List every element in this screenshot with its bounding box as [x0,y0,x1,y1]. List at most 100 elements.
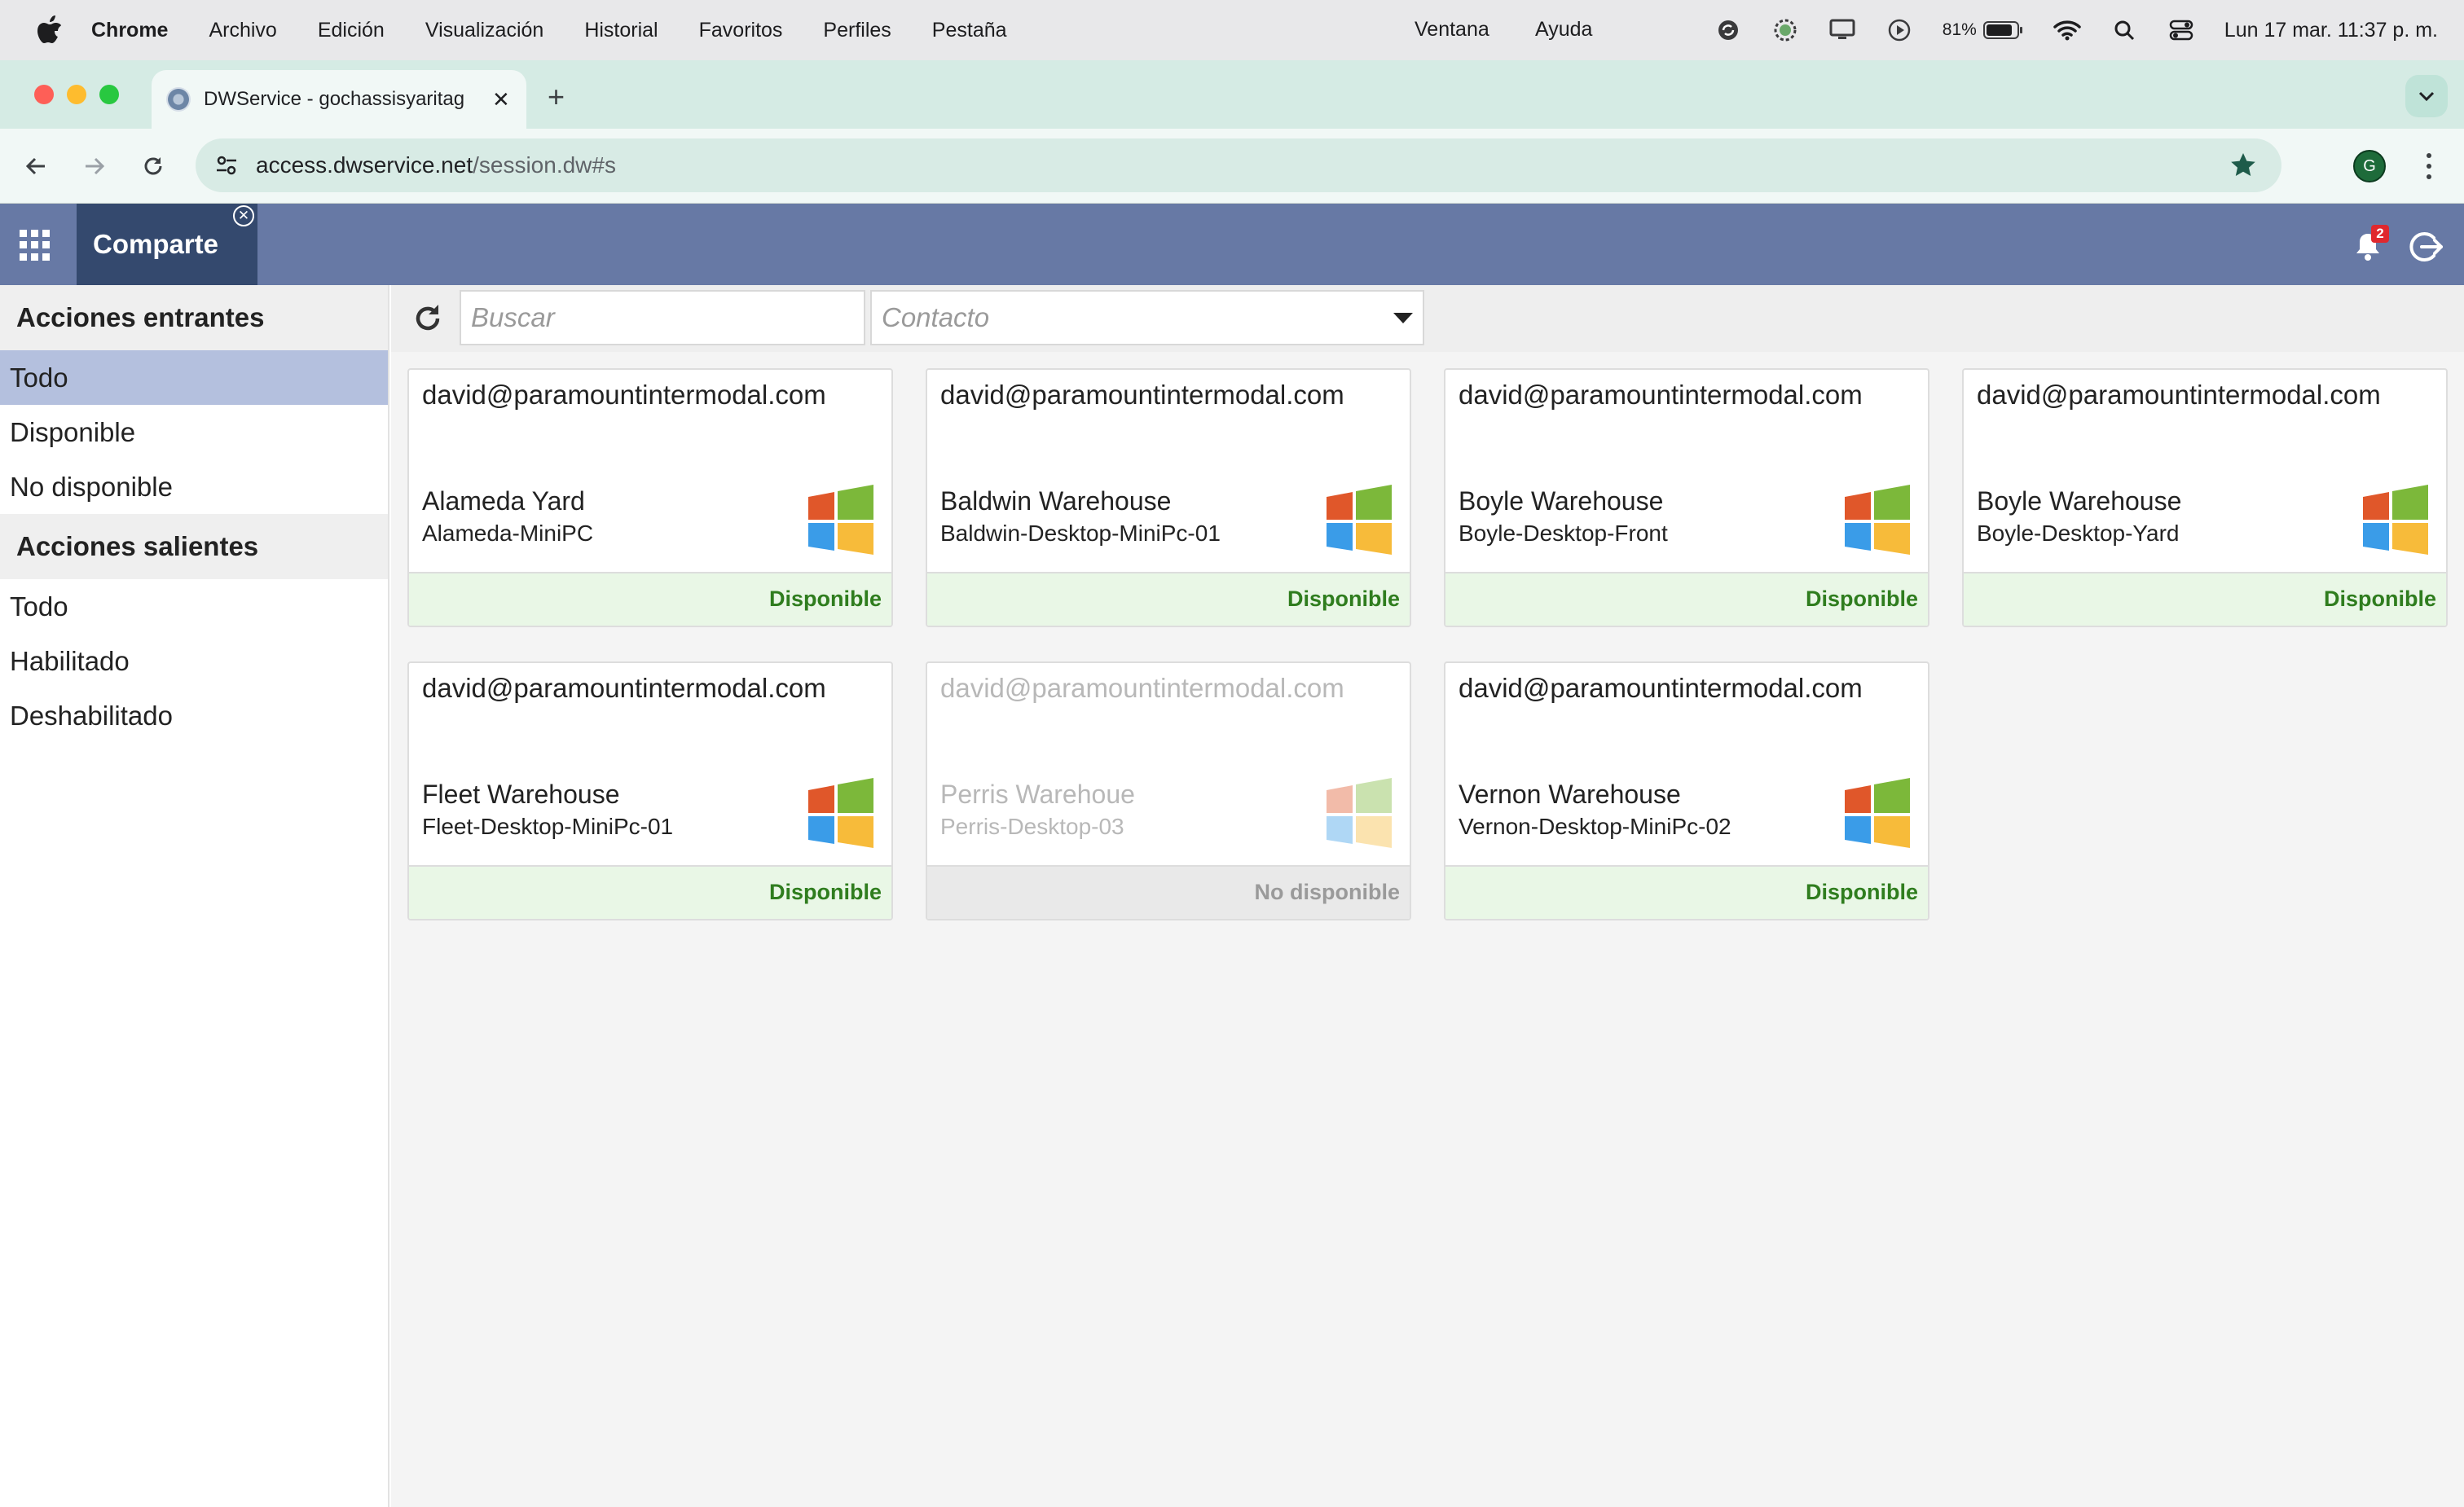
chevron-down-icon [2418,91,2435,102]
apple-icon[interactable] [36,15,64,46]
shared-device-card[interactable]: david@paramountintermodal.com Boyle Ware… [1444,368,1929,627]
sidebar-item-incoming-all[interactable]: Todo [0,350,388,405]
shared-device-card[interactable]: david@paramountintermodal.com Boyle Ware… [1962,368,2448,627]
menu-perfiles[interactable]: Perfiles [823,19,891,42]
card-hostname: Boyle-Desktop-Front [1459,521,1668,546]
card-status-bar: Disponible [409,572,891,626]
windows-icon [808,485,873,555]
new-tab-button[interactable]: + [548,80,565,114]
menu-ventana[interactable]: Ventana [1415,18,1489,42]
reload-icon [144,157,162,175]
shared-device-card[interactable]: david@paramountintermodal.com Baldwin Wa… [926,368,1411,627]
shared-device-card[interactable]: david@paramountintermodal.com Alameda Ya… [407,368,893,627]
card-status: Disponible [1805,587,1918,611]
card-hostname: Fleet-Desktop-MiniPc-01 [422,814,674,839]
menu-archivo[interactable]: Archivo [209,19,276,42]
main-content: Contacto david@paramountintermodal.com A… [391,285,2464,1507]
close-app-icon[interactable]: ✕ [233,205,254,226]
shared-device-card[interactable]: david@paramountintermodal.com Perris War… [926,661,1411,920]
app-header: Comparte ✕ 2 [0,204,2464,285]
arrow-right-icon [86,157,105,175]
menu-historial[interactable]: Historial [584,19,658,42]
active-app-title: Comparte [93,229,219,259]
card-owner: david@paramountintermodal.com [1459,673,1863,703]
macos-menu-bar: Chrome Archivo Edición Visualización His… [0,0,2464,60]
menu-visualizacion[interactable]: Visualización [425,19,543,42]
card-status: No disponible [1254,880,1401,904]
play-icon[interactable] [1885,16,1913,44]
apps-grid-icon[interactable] [20,230,51,261]
logout-button[interactable] [2407,228,2444,266]
card-owner: david@paramountintermodal.com [422,380,826,410]
sidebar-item-incoming-available[interactable]: Disponible [0,405,388,459]
sidebar-item-outgoing-disabled[interactable]: Deshabilitado [0,688,388,743]
menu-favoritos[interactable]: Favoritos [699,19,783,42]
card-owner: david@paramountintermodal.com [422,673,826,703]
card-hostname: Alameda-MiniPC [422,521,594,546]
contact-select[interactable]: Contacto [870,290,1424,345]
windows-icon [1327,778,1392,848]
spotlight-search-icon[interactable] [2110,16,2138,44]
windows-icon [1845,778,1910,848]
card-device-name: Alameda Yard [422,486,585,516]
sidebar: Acciones entrantes Todo Disponible No di… [0,285,389,1507]
card-hostname: Vernon-Desktop-MiniPc-02 [1459,814,1731,839]
card-status: Disponible [1805,880,1918,904]
card-status: Disponible [2323,587,2436,611]
back-button[interactable] [18,148,54,184]
window-minimize-button[interactable] [67,85,86,104]
notifications-button[interactable]: 2 [2352,225,2389,262]
wifi-icon[interactable] [2053,16,2081,44]
incoming-actions-header: Acciones entrantes [0,285,388,350]
card-device-name: Fleet Warehouse [422,780,620,809]
site-info-icon[interactable] [210,149,243,182]
menubar-clock[interactable]: Lun 17 mar. 11:37 p. m. [2224,19,2438,42]
filter-bar: Contacto [391,285,2464,352]
url-host: access.dwservice.net [256,152,473,178]
battery-icon[interactable] [1982,16,2024,44]
menu-edicion[interactable]: Edición [318,19,385,42]
sidebar-item-outgoing-enabled[interactable]: Habilitado [0,634,388,688]
forward-button[interactable] [77,148,112,184]
card-hostname: Boyle-Desktop-Yard [1977,521,2180,546]
refresh-icon[interactable] [411,301,445,336]
card-device-name: Vernon Warehouse [1459,780,1681,809]
gear-status-icon[interactable] [1771,16,1799,44]
card-owner: david@paramountintermodal.com [1977,380,2381,410]
card-owner: david@paramountintermodal.com [940,380,1344,410]
profile-avatar[interactable]: G [2353,150,2386,182]
menu-ayuda[interactable]: Ayuda [1535,18,1592,42]
sidebar-item-incoming-unavailable[interactable]: No disponible [0,459,388,514]
tab-close-icon[interactable]: ✕ [492,87,510,112]
bookmark-star-icon[interactable] [2228,150,2259,181]
search-input[interactable] [460,290,865,345]
address-bar[interactable]: access.dwservice.net/session.dw#s [196,138,2281,192]
menu-app-name[interactable]: Chrome [91,19,168,42]
shared-device-card[interactable]: david@paramountintermodal.com Fleet Ware… [407,661,893,920]
url-text[interactable]: access.dwservice.net/session.dw#s [256,152,616,178]
card-owner: david@paramountintermodal.com [1459,380,1863,410]
browser-tab[interactable]: DWService - gochassisyaritag ✕ [152,70,526,129]
card-status: Disponible [768,880,882,904]
shared-device-card[interactable]: david@paramountintermodal.com Vernon War… [1444,661,1929,920]
notification-badge: 2 [2371,225,2389,243]
card-status-bar: Disponible [1964,572,2446,626]
card-status: Disponible [1287,587,1400,611]
outgoing-actions-header: Acciones salientes [0,514,388,579]
contact-select-placeholder: Contacto [882,302,990,332]
active-app-tab[interactable]: Comparte ✕ [77,204,257,285]
card-status-bar: No disponible [927,865,1410,919]
window-close-button[interactable] [34,85,54,104]
dropdown-caret-icon [1393,313,1413,323]
reload-button[interactable] [135,148,171,184]
tab-search-button[interactable] [2405,75,2448,117]
window-zoom-button[interactable] [99,85,119,104]
windows-icon [2363,485,2428,555]
control-center-icon[interactable] [2167,16,2195,44]
arrow-left-icon [25,157,45,175]
browser-menu-button[interactable] [2417,150,2441,182]
sidebar-item-outgoing-all[interactable]: Todo [0,579,388,634]
display-icon[interactable] [1828,16,1856,44]
menu-pestana[interactable]: Pestaña [932,19,1007,42]
sync-status-icon[interactable] [1714,16,1742,44]
